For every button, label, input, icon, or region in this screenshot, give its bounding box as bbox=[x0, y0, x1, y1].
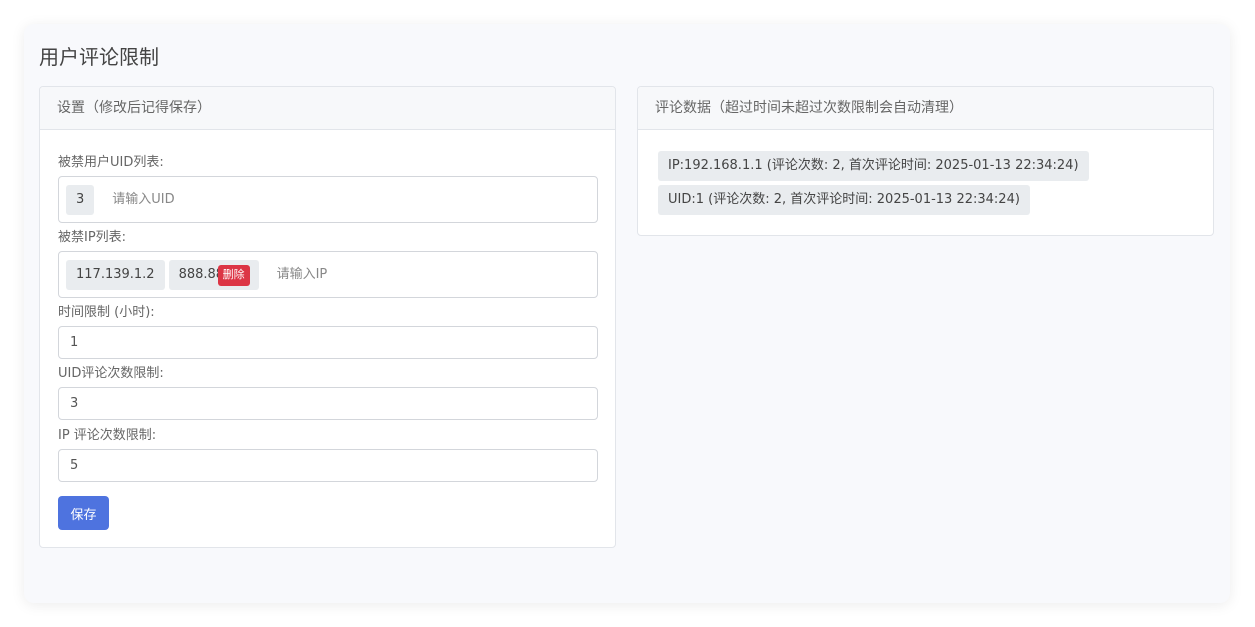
comment-data-item: UID:1 (评论次数: 2, 首次评论时间: 2025-01-13 22:34… bbox=[658, 185, 1030, 215]
page-title: 用户评论限制 bbox=[39, 45, 159, 69]
time-limit-input[interactable] bbox=[58, 326, 598, 359]
ip-tag[interactable]: 117.139.1.2 bbox=[66, 259, 165, 290]
uid-input[interactable] bbox=[110, 191, 315, 208]
uid-list-label: 被禁用户UID列表: bbox=[58, 155, 164, 170]
main-panel: 用户评论限制 设置（修改后记得保存） 被禁用户UID列表: 3 被禁IP列表: … bbox=[24, 24, 1230, 603]
uid-tag[interactable]: 3 bbox=[66, 184, 95, 215]
time-limit-label: 时间限制 (小时): bbox=[58, 305, 155, 320]
ip-list-label: 被禁IP列表: bbox=[58, 230, 127, 245]
save-button[interactable]: 保存 bbox=[58, 496, 109, 530]
settings-card-header: 设置（修改后记得保存） bbox=[40, 87, 615, 130]
ip-limit-label: IP 评论次数限制: bbox=[58, 428, 157, 443]
settings-card: 设置（修改后记得保存） 被禁用户UID列表: 3 被禁IP列表: 117.139… bbox=[39, 86, 616, 548]
comment-data-item: IP:192.168.1.1 (评论次数: 2, 首次评论时间: 2025-01… bbox=[658, 151, 1089, 181]
delete-ip-button[interactable]: 删除 bbox=[217, 264, 250, 286]
uid-limit-input[interactable] bbox=[58, 387, 598, 420]
comments-card: 评论数据（超过时间未超过次数限制会自动清理） IP:192.168.1.1 (评… bbox=[637, 86, 1214, 236]
comment-data-list: IP:192.168.1.1 (评论次数: 2, 首次评论时间: 2025-01… bbox=[658, 151, 1089, 219]
uid-tag-box: 3 bbox=[58, 176, 598, 223]
ip-limit-input[interactable] bbox=[58, 449, 598, 482]
comments-card-header: 评论数据（超过时间未超过次数限制会自动清理） bbox=[638, 87, 1213, 130]
ip-tag[interactable]: 888.88 删除 bbox=[168, 259, 259, 290]
ip-tag-box: 117.139.1.2 888.88 删除 bbox=[58, 251, 598, 298]
ip-input[interactable] bbox=[274, 266, 479, 283]
uid-limit-label: UID评论次数限制: bbox=[58, 366, 164, 381]
